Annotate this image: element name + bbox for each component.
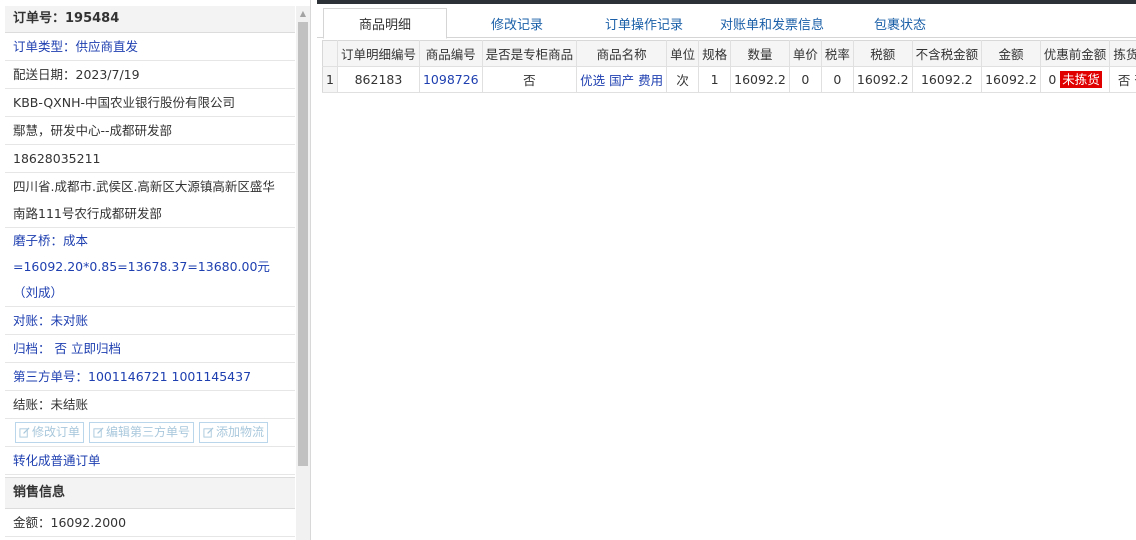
cell-spec: 1 <box>698 66 732 93</box>
edit-third-party-label: 编辑第三方单号 <box>106 425 191 439</box>
column-header[interactable]: 税率 <box>821 40 854 67</box>
delivery-date: 配送日期：2023/7/19 <box>5 61 295 89</box>
edit-icon <box>203 427 214 438</box>
cell-tax-rate: 0 <box>821 66 854 93</box>
sales-info-header: 销售信息 <box>5 477 295 509</box>
edit-icon <box>19 427 30 438</box>
edit-icon <box>93 427 104 438</box>
action-button-row: 修改订单 编辑第三方单号 添加物流 <box>5 419 295 447</box>
row-index: 1 <box>322 66 338 93</box>
convert-to-normal-order-link[interactable]: 转化成普通订单 <box>5 447 295 475</box>
order-number: 订单号：195484 <box>5 6 295 33</box>
cell-product-no-link[interactable]: 1098726 <box>419 66 483 93</box>
column-header[interactable]: 数量 <box>730 40 790 67</box>
column-header[interactable]: 规格 <box>698 40 732 67</box>
column-header[interactable]: 金额 <box>981 40 1041 67</box>
column-header[interactable]: 商品名称 <box>576 40 668 67</box>
column-header[interactable]: 优惠前金额 <box>1040 40 1111 67</box>
column-header[interactable]: 商品编号 <box>419 40 483 67</box>
contact-phone: 18628035211 <box>5 145 295 173</box>
third-party-order-no: 第三方单号：1001146721 1001145437 <box>5 363 295 391</box>
column-header[interactable]: 拣货数量 <box>1109 40 1136 67</box>
detail-tabs: 商品明细 修改记录 订单操作记录 对账单和发票信息 包裹状态 <box>317 4 1136 39</box>
column-header[interactable]: 单位 <box>666 40 700 67</box>
order-info-panel: 订单号：195484 订单类型：供应商直发 配送日期：2023/7/19 KBB… <box>0 0 311 540</box>
order-note: 磨子桥：成本=16092.20*0.85=13678.37=13680.00元（… <box>5 228 295 307</box>
add-logistics-button[interactable]: 添加物流 <box>199 422 269 443</box>
cell-qty: 16092.2 <box>730 66 790 93</box>
tab-product-details[interactable]: 商品明细 <box>323 8 447 39</box>
product-detail-table: 订单明细编号 商品编号 是否是专柜商品 商品名称 单位 规格 数量 单价 税率 … <box>322 40 1136 93</box>
scrollbar-thumb[interactable] <box>298 22 308 466</box>
tab-statement-invoice[interactable]: 对账单和发票信息 <box>701 8 843 38</box>
cell-tax: 16092.2 <box>853 66 913 93</box>
edit-order-button[interactable]: 修改订单 <box>15 422 85 443</box>
edit-third-party-button[interactable]: 编辑第三方单号 <box>89 422 195 443</box>
tab-modify-records[interactable]: 修改记录 <box>447 8 587 38</box>
cell-unit: 次 <box>666 66 700 93</box>
reconcile-status[interactable]: 对账：未对账 <box>5 307 295 335</box>
cell-net-amount: 16092.2 <box>912 66 983 93</box>
column-header[interactable]: 是否是专柜商品 <box>482 40 578 67</box>
detail-panel: 商品明细 修改记录 订单操作记录 对账单和发票信息 包裹状态 订单明细编号 商品… <box>317 0 1136 540</box>
scroll-up-icon[interactable]: ▲ <box>296 6 310 20</box>
customer-company: KBB-QXNH-中国农业银行股份有限公司 <box>5 89 295 117</box>
cell-price: 0 <box>789 66 822 93</box>
pick-qty: 0 <box>1048 72 1057 87</box>
flag-1: 否 <box>1117 73 1131 88</box>
table-header-row: 订单明细编号 商品编号 是否是专柜商品 商品名称 单位 规格 数量 单价 税率 … <box>322 40 1136 67</box>
column-header[interactable]: 税额 <box>853 40 913 67</box>
column-header[interactable]: 不含税金额 <box>912 40 983 67</box>
cell-product-name-link[interactable]: 优选 国产 费用 <box>576 66 668 93</box>
tab-package-status[interactable]: 包裹状态 <box>843 8 957 38</box>
table-row[interactable]: 1 862183 1098726 否 优选 国产 费用 次 1 16092.2 … <box>322 66 1136 93</box>
column-header[interactable]: 订单明细编号 <box>337 40 420 67</box>
cell-detail-no: 862183 <box>337 66 420 93</box>
sales-amount: 金额：16092.2000 <box>5 509 295 537</box>
column-header[interactable]: 单价 <box>789 40 822 67</box>
edit-order-label: 修改订单 <box>32 425 81 439</box>
cell-pick-qty: 否 否 0 <box>1109 66 1136 93</box>
left-scrollbar[interactable]: ▲ <box>296 6 310 540</box>
contact-person: 鄢慧，研发中心--成都研发部 <box>5 117 295 145</box>
cell-pre-discount: 0 未拣货 <box>1040 66 1111 93</box>
archive-status[interactable]: 归档： 否 立即归档 <box>5 335 295 363</box>
settle-status: 结账：未结账 <box>5 391 295 419</box>
column-header <box>322 40 338 67</box>
order-type: 订单类型：供应商直发 <box>5 33 295 61</box>
cell-is-counter: 否 <box>482 66 578 93</box>
tab-operation-records[interactable]: 订单操作记录 <box>587 8 701 38</box>
delivery-address: 四川省.成都市.武侯区.高新区大源镇高新区盛华南路111号农行成都研发部 <box>5 173 295 228</box>
add-logistics-label: 添加物流 <box>216 425 265 439</box>
cell-amount: 16092.2 <box>981 66 1041 93</box>
app-root: 订单号：195484 订单类型：供应商直发 配送日期：2023/7/19 KBB… <box>0 0 1136 540</box>
pick-status-badge: 未拣货 <box>1060 71 1102 88</box>
